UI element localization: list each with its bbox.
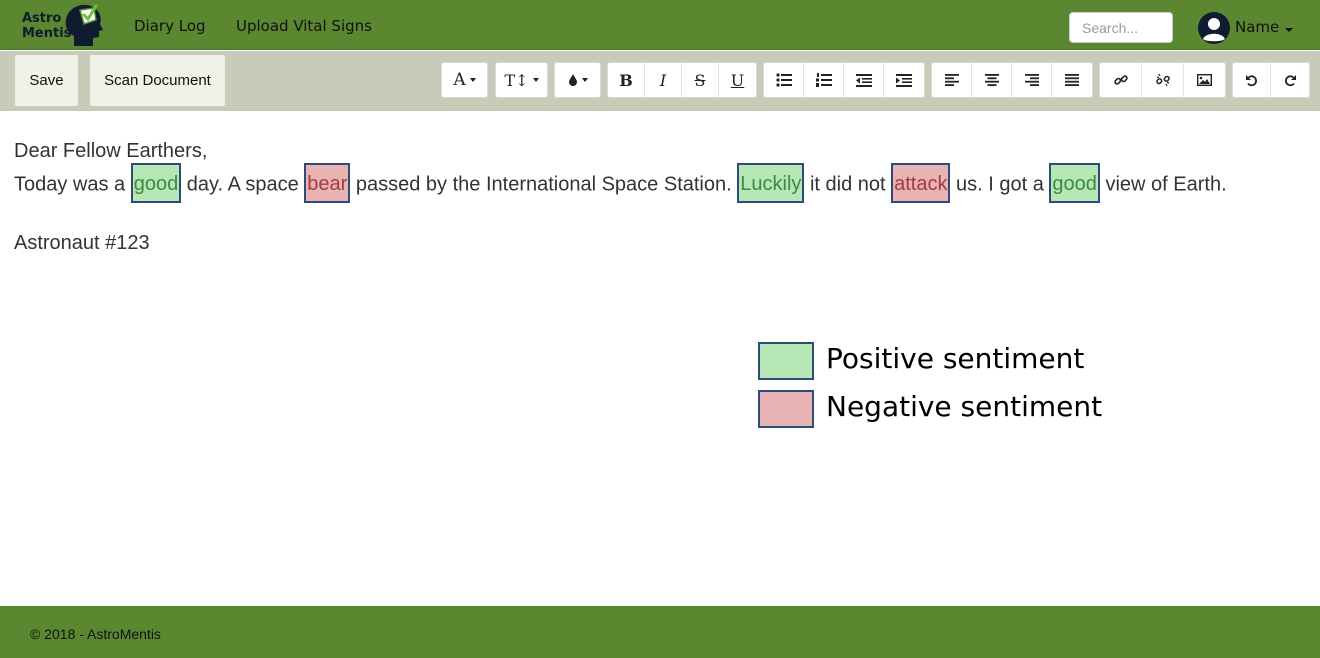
align-center-icon[interactable] [972,63,1012,97]
save-button[interactable]: Save [14,54,79,107]
astromentis-logo[interactable]: Astro Mentis [18,2,108,48]
unlink-icon[interactable] [1142,63,1184,97]
nav-link-diary-log[interactable]: Diary Log [134,17,206,35]
diary-signature: Astronaut #123 [14,232,150,254]
history-group [1232,62,1310,98]
body-text-segment: view of Earth. [1099,173,1227,196]
user-avatar-icon[interactable] [1198,12,1230,44]
body-text-segment: day. A space [181,173,305,196]
undo-icon[interactable] [1233,63,1271,97]
body-text-segment: it did not [804,173,892,196]
list-group [763,62,925,98]
numbered-list-icon[interactable] [804,63,844,97]
footer: © 2018 - AstroMentis [0,606,1320,658]
top-navbar: Astro Mentis Diary Log Upload Vital Sign… [0,0,1320,50]
redo-icon[interactable] [1271,63,1309,97]
underline-icon[interactable]: U [719,63,756,97]
text-size-dropdown[interactable]: T↕ [495,62,548,98]
italic-icon[interactable]: I [645,63,682,97]
user-menu-name[interactable]: Name [1235,18,1279,36]
font-icon[interactable]: A [442,63,487,97]
negative-swatch [758,390,814,428]
positive-swatch [758,342,814,380]
chevron-down-icon[interactable] [1285,28,1293,32]
legend-positive-label: Positive sentiment [826,342,1085,375]
editor-toolbar: Save Scan Document A T↕ B I S U [0,51,1320,111]
image-icon[interactable] [1184,63,1225,97]
diary-body-line: Today was a good day. A space bear passe… [14,163,1304,203]
bullet-list-icon[interactable] [764,63,804,97]
legend-negative-label: Negative sentiment [826,390,1103,423]
color-dropdown[interactable] [554,62,601,98]
head-logo-icon [65,4,103,47]
diary-greeting: Dear Fellow Earthers, [14,140,208,162]
diary-editor[interactable]: Dear Fellow Earthers, Today was a good d… [14,136,1304,259]
indent-icon[interactable] [884,63,924,97]
positive-highlight: Luckily [737,163,805,203]
footer-copyright: © 2018 - AstroMentis [30,626,161,642]
align-right-icon[interactable] [1012,63,1052,97]
text-size-icon[interactable]: T↕ [496,63,547,97]
negative-highlight: bear [304,163,351,203]
text-style-group: B I S U [607,62,757,98]
positive-highlight: good [1049,163,1100,203]
font-dropdown[interactable]: A [441,62,488,98]
outdent-icon[interactable] [844,63,884,97]
body-text-segment: passed by the International Space Statio… [350,173,738,196]
insert-group [1099,62,1226,98]
color-drop-icon[interactable] [555,63,600,97]
align-left-icon[interactable] [932,63,972,97]
text-size-icon-label: T↕ [504,70,529,90]
nav-link-upload-vital-signs[interactable]: Upload Vital Signs [236,17,372,35]
font-icon-label: A [453,70,466,90]
link-icon[interactable] [1100,63,1142,97]
search-input[interactable] [1069,12,1173,43]
bold-icon[interactable]: B [608,63,645,97]
body-text-segment: Today was a [14,173,131,196]
positive-highlight: good [130,163,182,203]
align-group [931,62,1093,98]
negative-highlight: attack [891,163,951,203]
align-justify-icon[interactable] [1052,63,1092,97]
strikethrough-icon[interactable]: S [682,63,719,97]
scan-document-button[interactable]: Scan Document [89,54,226,107]
body-text-segment: us. I got a [950,173,1050,196]
